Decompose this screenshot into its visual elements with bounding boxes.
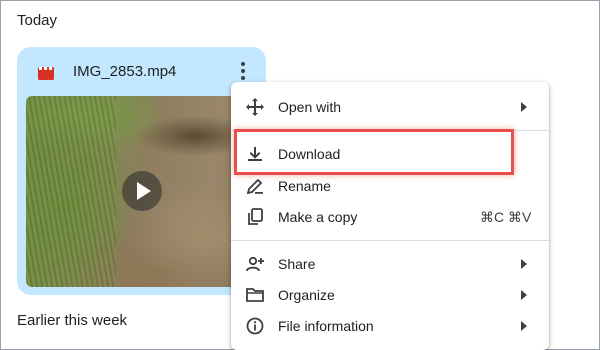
context-menu: Open with Download Rename Make a copy ⌘C…: [231, 82, 549, 350]
video-thumbnail[interactable]: [26, 96, 257, 287]
pencil-icon: [246, 178, 263, 195]
menu-item-label: Make a copy: [278, 209, 358, 225]
section-heading-earlier: Earlier this week: [17, 312, 128, 329]
menu-item-organize[interactable]: Organize: [231, 280, 549, 310]
keyboard-shortcut: ⌘C ⌘V: [480, 209, 532, 225]
folder-icon: [246, 288, 264, 302]
thumbnail-grass-texture: [26, 96, 116, 287]
menu-item-label: Share: [278, 256, 316, 272]
menu-item-make-a-copy[interactable]: Make a copy ⌘C ⌘V: [231, 202, 549, 232]
submenu-arrow-icon: [521, 290, 527, 300]
menu-item-file-information[interactable]: File information: [231, 311, 549, 341]
download-highlight-box: [234, 129, 514, 175]
more-options-icon[interactable]: [235, 60, 251, 82]
menu-item-rename[interactable]: Rename: [231, 171, 549, 201]
file-card[interactable]: IMG_2853.mp4: [17, 47, 266, 295]
menu-item-open-with[interactable]: Open with: [231, 92, 549, 122]
video-file-icon: [38, 67, 54, 80]
person-add-icon: [246, 256, 264, 272]
copy-icon: [248, 208, 263, 225]
section-heading-today: Today: [17, 12, 58, 29]
submenu-arrow-icon: [521, 102, 527, 112]
submenu-arrow-icon: [521, 321, 527, 331]
menu-item-share[interactable]: Share: [231, 249, 549, 279]
play-icon[interactable]: [122, 171, 162, 211]
submenu-arrow-icon: [521, 259, 527, 269]
menu-divider: [231, 240, 549, 241]
menu-item-label: Open with: [278, 99, 342, 115]
info-icon: [246, 317, 264, 335]
menu-item-label: Organize: [278, 287, 335, 303]
menu-item-label: File information: [278, 318, 374, 334]
menu-item-label: Rename: [278, 178, 331, 194]
file-name: IMG_2853.mp4: [73, 63, 177, 80]
move-arrows-icon: [246, 98, 264, 116]
